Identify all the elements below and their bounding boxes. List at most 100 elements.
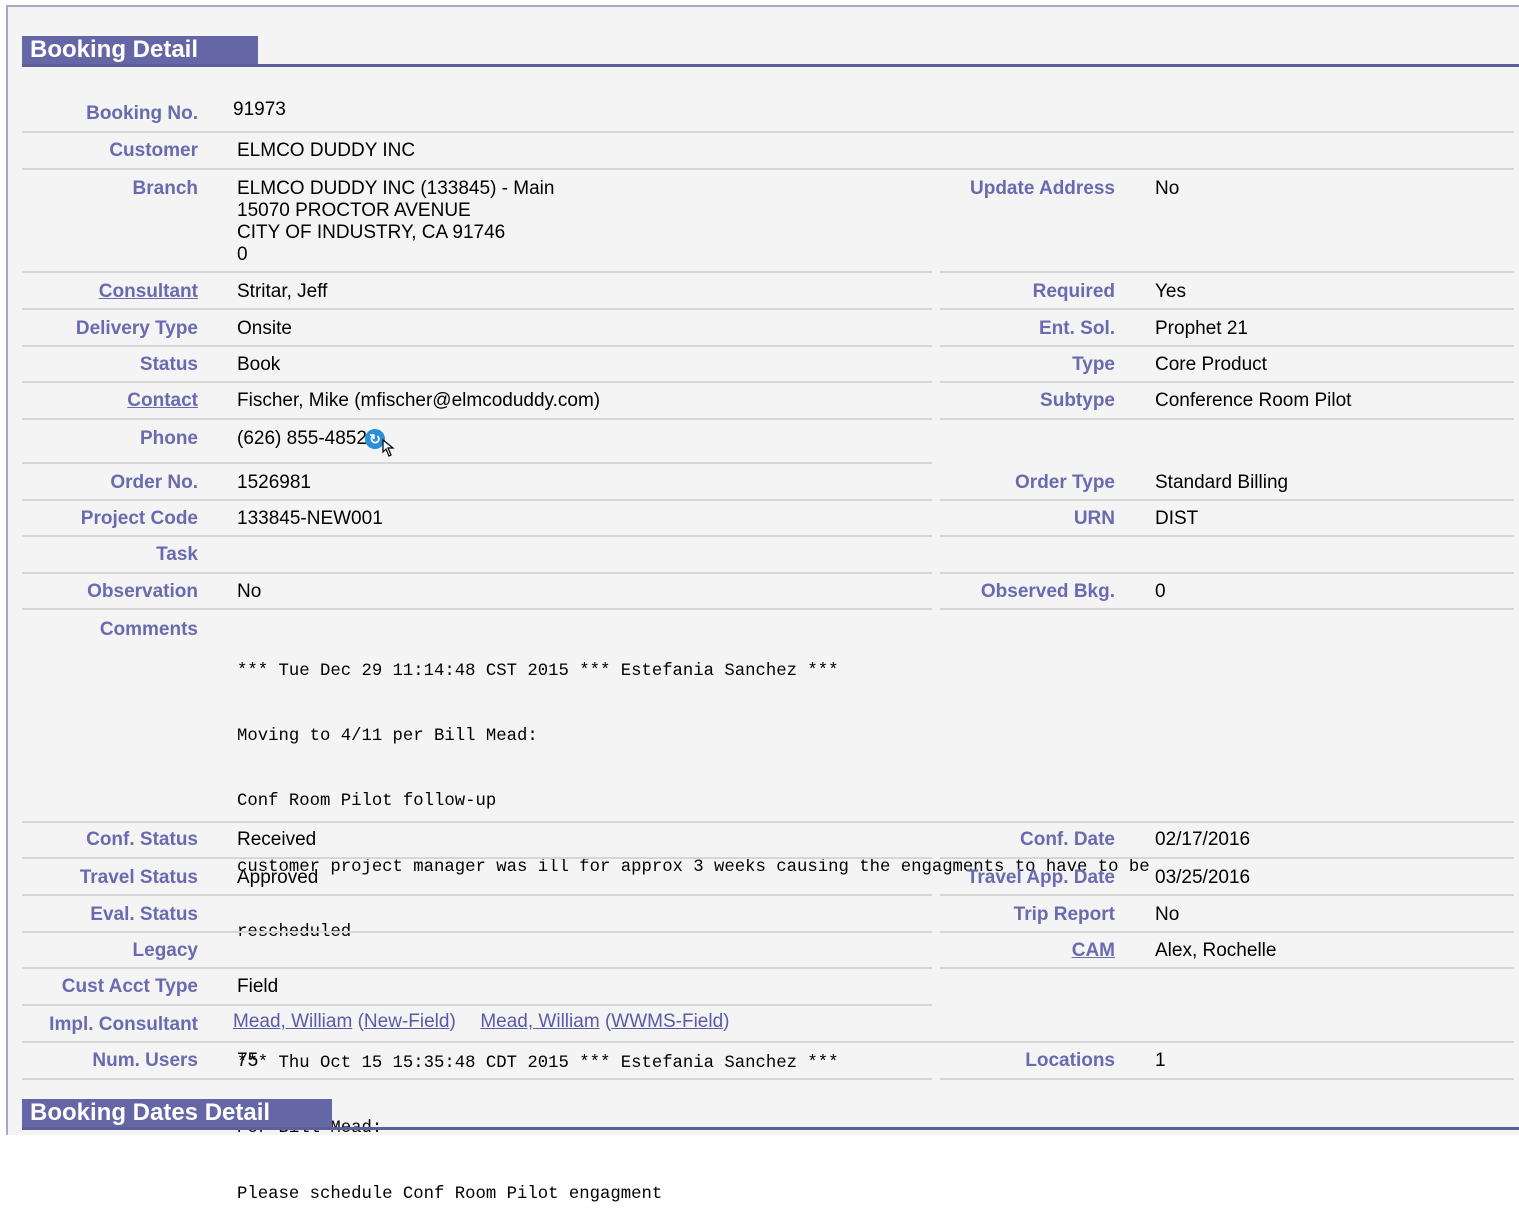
travel-status-value: Approved <box>237 867 319 888</box>
impl-role-link[interactable]: WWMS-Field <box>611 1011 723 1032</box>
branch-address: ELMCO DUDDY INC (133845) - Main 15070 PR… <box>237 178 554 266</box>
row-divider <box>940 535 1514 537</box>
booking-detail-title: Booking Detail <box>22 36 258 64</box>
header-underline <box>22 1127 1519 1130</box>
update-address-label: Update Address <box>970 178 1115 199</box>
subtype-label: Subtype <box>1040 390 1115 411</box>
required-label: Required <box>1032 281 1115 302</box>
consultant-label: Consultant <box>22 281 198 303</box>
comment-line: *** Tue Dec 29 11:14:48 CST 2015 *** Est… <box>237 661 839 681</box>
trip-report-label: Trip Report <box>1013 904 1115 925</box>
cam-label: CAM <box>880 940 1115 962</box>
impl-consultant-label: Impl. Consultant <box>49 1014 198 1035</box>
row-divider <box>22 418 932 420</box>
legacy-label: Legacy <box>132 940 198 961</box>
row-divider <box>940 894 1514 896</box>
required-value: Yes <box>1155 281 1186 302</box>
row-divider <box>22 462 932 464</box>
comment-line: Please schedule Conf Room Pilot engagmen… <box>237 1184 663 1204</box>
row-divider <box>22 857 932 859</box>
paren-close: ) <box>723 1011 730 1032</box>
comment-line: Moving to 4/11 per Bill Mead: <box>237 726 538 746</box>
row-divider <box>22 168 1514 170</box>
travel-app-date-value: 03/25/2016 <box>1155 867 1251 888</box>
travel-status-label: Travel Status <box>79 867 198 888</box>
row-divider <box>940 381 1514 383</box>
cust-acct-type-label: Cust Acct Type <box>61 976 198 997</box>
header-underline <box>22 64 1519 67</box>
contact-label: Contact <box>22 390 198 412</box>
hand-cursor-icon <box>382 438 395 457</box>
row-divider <box>22 271 932 273</box>
row-divider <box>940 572 1514 574</box>
conf-status-label: Conf. Status <box>86 829 198 850</box>
status-label: Status <box>139 354 198 375</box>
row-divider <box>22 572 932 574</box>
branch-line: ELMCO DUDDY INC (133845) - Main <box>237 178 555 199</box>
row-divider <box>22 381 932 383</box>
row-divider <box>22 608 932 610</box>
contact-link[interactable]: Contact <box>127 390 198 411</box>
row-divider <box>22 1041 1514 1043</box>
eval-status-label: Eval. Status <box>90 904 198 925</box>
phone-value: (626) 855-4852 ↻ <box>237 428 385 450</box>
row-divider <box>940 857 1514 859</box>
trip-report-value: No <box>1155 904 1180 925</box>
comment-line <box>237 988 1150 1010</box>
booking-no-label: Booking No. <box>86 103 198 124</box>
conf-date-label: Conf. Date <box>1020 829 1115 850</box>
delivery-type-value: Onsite <box>237 318 292 339</box>
row-divider <box>940 271 1514 273</box>
observation-label: Observation <box>87 581 198 602</box>
row-divider <box>22 931 932 933</box>
branch-label: Branch <box>132 178 198 199</box>
conf-status-value: Received <box>237 829 317 850</box>
row-divider <box>940 608 1514 610</box>
comments-label: Comments <box>99 619 198 640</box>
phone-label: Phone <box>139 428 198 449</box>
task-label: Task <box>156 544 198 565</box>
row-divider <box>22 967 932 969</box>
comment-line: Conf Room Pilot follow-up <box>237 792 497 812</box>
update-address-value: No <box>1155 178 1180 199</box>
consultant-value: Stritar, Jeff <box>237 281 328 302</box>
row-divider <box>22 131 1514 133</box>
row-divider <box>940 308 1514 310</box>
num-users-value: 75 <box>237 1050 259 1071</box>
locations-value: 1 <box>1155 1050 1166 1071</box>
row-divider <box>940 967 1514 969</box>
observed-bkg-value: 0 <box>1155 581 1166 602</box>
status-value: Book <box>237 354 281 375</box>
row-divider <box>22 894 932 896</box>
impl-consultant-link[interactable]: Mead, William <box>233 1011 352 1032</box>
branch-line: 0 <box>237 244 248 265</box>
row-divider <box>22 1078 932 1080</box>
delivery-type-label: Delivery Type <box>75 318 198 339</box>
row-divider <box>22 308 932 310</box>
num-users-label: Num. Users <box>92 1050 198 1071</box>
customer-value: ELMCO DUDDY INC <box>237 140 416 161</box>
cam-link[interactable]: CAM <box>1072 940 1115 961</box>
travel-app-date-label: Travel App. Date <box>966 867 1115 888</box>
row-divider <box>940 345 1514 347</box>
ent-sol-value: Prophet 21 <box>1155 318 1248 339</box>
consultant-link[interactable]: Consultant <box>99 281 198 302</box>
observed-bkg-label: Observed Bkg. <box>980 581 1115 602</box>
row-divider <box>22 535 932 537</box>
row-divider <box>22 1004 932 1006</box>
branch-line: CITY OF INDUSTRY, CA 91746 <box>237 222 506 243</box>
locations-label: Locations <box>1025 1050 1115 1071</box>
row-divider <box>940 418 1514 420</box>
row-divider <box>940 931 1514 933</box>
row-divider <box>940 1078 1514 1080</box>
phone-number: (626) 855-4852 <box>237 428 367 449</box>
row-divider <box>22 499 932 501</box>
paren-close: ) <box>449 1011 456 1032</box>
booking-no-value: 91973 <box>233 99 286 120</box>
impl-consultant-link[interactable]: Mead, William <box>480 1011 599 1032</box>
project-code-label: Project Code <box>80 508 198 529</box>
impl-role-link[interactable]: New-Field <box>364 1011 450 1032</box>
observation-value: No <box>237 581 262 602</box>
branch-line: 15070 PROCTOR AVENUE <box>237 200 471 221</box>
urn-label: URN <box>1073 508 1115 529</box>
